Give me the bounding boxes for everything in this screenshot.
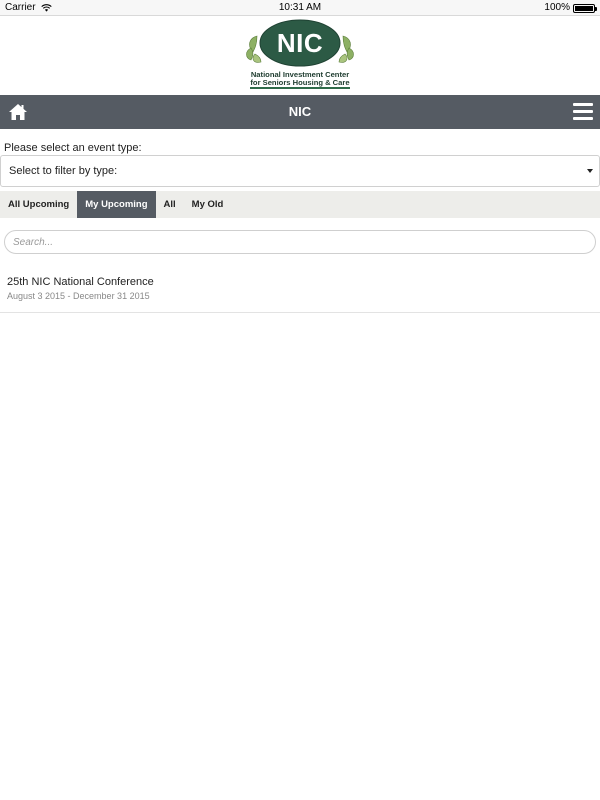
- logo-underline: [250, 87, 350, 89]
- status-bar: Carrier 10:31 AM 100%: [0, 0, 600, 16]
- event-dates: August 3 2015 - December 31 2015: [7, 291, 150, 301]
- logo-text-line2: for Seniors Housing & Care: [250, 78, 350, 87]
- caret-down-icon: [587, 169, 593, 173]
- header-title: NIC: [288, 104, 312, 119]
- event-type-prompt: Please select an event type:: [4, 142, 142, 154]
- tab-all-upcoming[interactable]: All Upcoming: [0, 191, 77, 218]
- tab-my-upcoming[interactable]: My Upcoming: [77, 191, 156, 218]
- battery-icon: [573, 3, 597, 13]
- battery-percent: 100%: [544, 2, 570, 13]
- hamburger-line: [573, 110, 593, 113]
- app-header: NIC: [0, 95, 600, 129]
- menu-button[interactable]: [573, 103, 593, 121]
- battery-level: [575, 5, 593, 11]
- event-title: 25th NIC National Conference: [7, 276, 154, 288]
- tab-my-old[interactable]: My Old: [184, 191, 232, 218]
- hamburger-line: [573, 117, 593, 120]
- event-tabs: All Upcoming My Upcoming All My Old: [0, 191, 600, 218]
- hamburger-menu-icon: [573, 103, 593, 106]
- list-item[interactable]: 25th NIC National Conference August 3 20…: [0, 268, 600, 313]
- event-type-select-value: Select to filter by type:: [9, 165, 118, 177]
- status-right: 100%: [544, 0, 597, 16]
- tab-all[interactable]: All: [156, 191, 184, 218]
- event-type-select[interactable]: Select to filter by type:: [0, 155, 600, 187]
- nic-logo: NIC National Investment Center for Senio…: [243, 18, 357, 92]
- status-time: 10:31 AM: [278, 2, 322, 13]
- search-input[interactable]: [4, 230, 596, 254]
- logo-area: NIC National Investment Center for Senio…: [0, 16, 600, 95]
- logo-initials: NIC: [276, 28, 324, 58]
